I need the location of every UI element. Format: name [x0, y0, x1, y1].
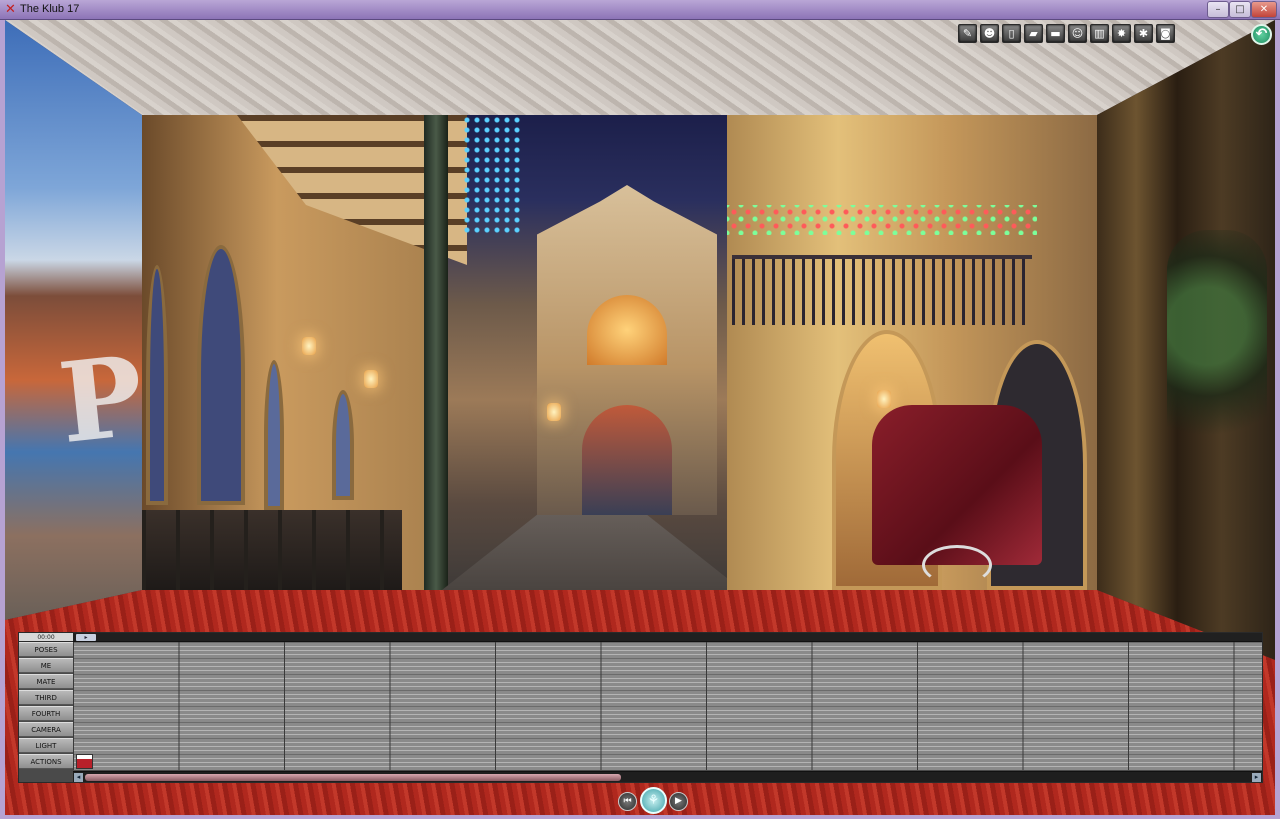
app-x-icon: ✕ [5, 2, 16, 17]
window-title: The Klub 17 [20, 3, 80, 15]
timeline-ruler[interactable]: ▸ [73, 633, 1262, 642]
scroll-left-icon[interactable]: ◂ [74, 773, 83, 782]
timeline-time: 00:00 [19, 633, 73, 642]
backdrop-cafe-tables [142, 510, 402, 590]
backdrop-festive-lights [727, 205, 1037, 235]
action-clip-icon[interactable] [76, 754, 93, 769]
rewind-button[interactable]: ⏮ [618, 792, 637, 811]
backdrop-string-lights [462, 115, 522, 235]
right-wall-graffiti [1097, 20, 1275, 660]
chart-icon[interactable]: ▥ [1090, 24, 1109, 43]
left-wall-graffiti: P [5, 20, 142, 620]
backdrop-balcony [732, 255, 1032, 325]
top-toolbar: ✎ ☻ ▯ ▰ ▬ ☺ ▥ ✸ ✱ ◙ [958, 24, 1175, 46]
camera-icon[interactable]: ✎ [958, 24, 977, 43]
lamp-icon [547, 403, 561, 421]
window-frame-right [1275, 20, 1280, 819]
lamp-icon [302, 337, 316, 355]
scroll-right-icon[interactable]: ▸ [1252, 773, 1261, 782]
track-label-actions[interactable]: ACTIONS [19, 754, 73, 769]
minimize-button[interactable]: – [1207, 1, 1229, 18]
playback-controls: ⏮ ⚘ ▶ [618, 787, 690, 815]
backdrop-arch [146, 265, 168, 505]
timeline-scrollbar[interactable]: ◂ ▸ [73, 771, 1262, 782]
window-frame-left [0, 20, 5, 819]
play-button[interactable]: ▶ [669, 792, 688, 811]
movie-camera-icon[interactable]: ◙ [1156, 24, 1175, 43]
timeline-track-labels: 00:00 POSES ME MATE THIRD FOURTH CAMERA … [19, 633, 73, 771]
track-label-mate[interactable]: MATE [19, 674, 73, 689]
track-label-fourth[interactable]: FOURTH [19, 706, 73, 721]
backdrop-pillar [424, 115, 448, 590]
record-button[interactable]: ⚘ [640, 787, 667, 814]
playhead-marker[interactable]: ▸ [76, 634, 96, 641]
track-label-light[interactable]: LIGHT [19, 738, 73, 753]
lamp-icon [364, 370, 378, 388]
window-frame-bottom [0, 815, 1280, 819]
screen-icon[interactable]: ▬ [1046, 24, 1065, 43]
backdrop-covered-cart [872, 405, 1042, 565]
scrollbar-thumb[interactable] [85, 774, 621, 781]
graffiti-art: P [53, 331, 150, 468]
street-backdrop [142, 115, 1097, 590]
backdrop-arch [197, 245, 245, 505]
timeline-panel: 00:00 POSES ME MATE THIRD FOURTH CAMERA … [18, 632, 1263, 783]
graffiti-art-right [1167, 230, 1267, 470]
folder-icon[interactable]: ▰ [1024, 24, 1043, 43]
backdrop-center-window [587, 295, 667, 365]
figure-icon[interactable]: ☻ [980, 24, 999, 43]
track-label-poses[interactable]: POSES [19, 642, 73, 657]
close-button[interactable]: ✕ [1251, 1, 1277, 18]
back-arrow-icon[interactable]: ↶ [1251, 24, 1272, 45]
track-label-third[interactable]: THIRD [19, 690, 73, 705]
lamp-icon [877, 390, 891, 408]
backdrop-cart-wheel [922, 545, 992, 585]
page-icon[interactable]: ▯ [1002, 24, 1021, 43]
title-bar[interactable]: ✕ The Klub 17 – □ ✕ [0, 0, 1280, 20]
backdrop-window [332, 390, 354, 500]
track-label-me[interactable]: ME [19, 658, 73, 673]
pose-icon[interactable]: ✱ [1134, 24, 1153, 43]
film-icon[interactable]: ✸ [1112, 24, 1131, 43]
app-window: ✕ The Klub 17 – □ ✕ P ✎ ☻ ▯ ▰ ▬ ☺ ▥ ✸ ✱ … [0, 0, 1280, 819]
portrait-icon[interactable]: ☺ [1068, 24, 1087, 43]
backdrop-window [264, 360, 284, 510]
maximize-button[interactable]: □ [1229, 1, 1251, 18]
track-label-camera[interactable]: CAMERA [19, 722, 73, 737]
timeline-grid[interactable] [73, 642, 1262, 770]
backdrop-center-archway [582, 405, 672, 515]
